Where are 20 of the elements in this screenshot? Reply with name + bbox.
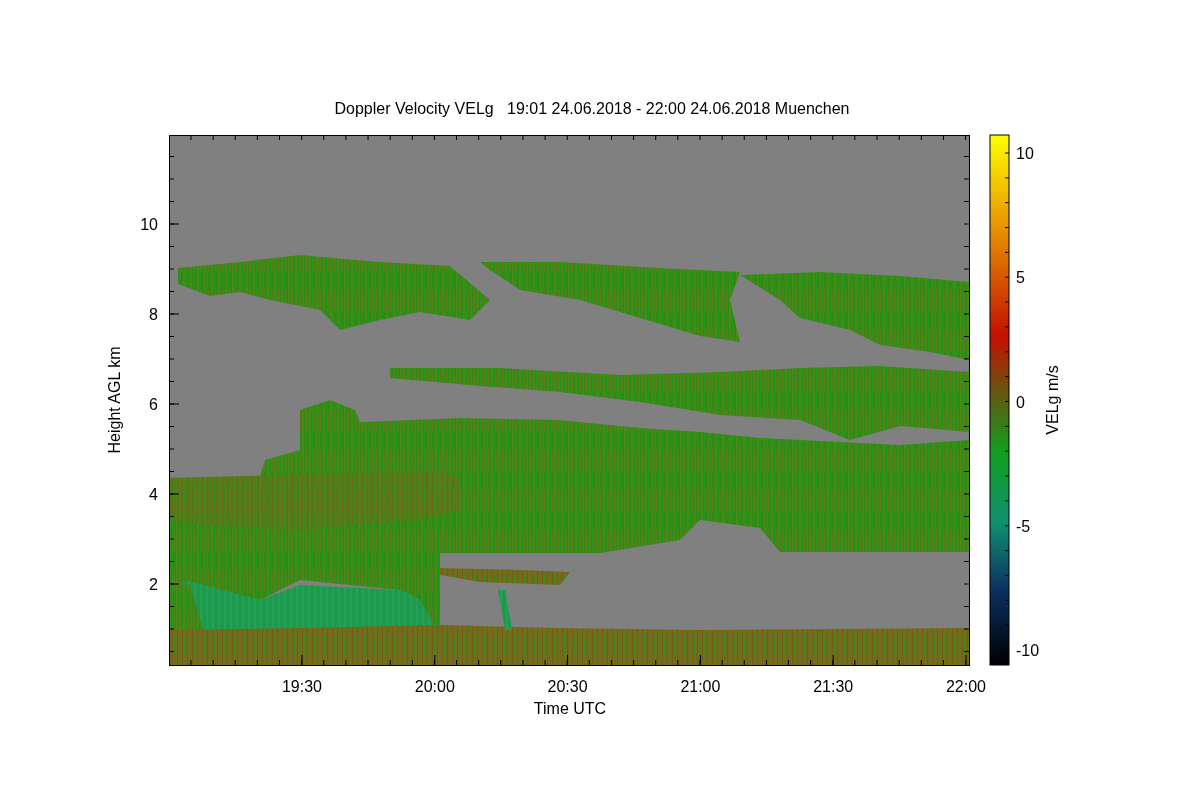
tick-label: 19:30 bbox=[282, 678, 322, 695]
tick-label: 21:00 bbox=[680, 678, 721, 695]
tick-label: 21:30 bbox=[813, 678, 854, 695]
tick-label: 22:00 bbox=[946, 678, 986, 695]
tick-label: 2 bbox=[149, 576, 158, 593]
tick-label: 20:00 bbox=[414, 678, 455, 695]
tick-label: -5 bbox=[1016, 517, 1031, 535]
tick-label: 20:30 bbox=[547, 678, 588, 695]
tick-label: 8 bbox=[149, 306, 158, 323]
tick-label: 10 bbox=[140, 216, 158, 233]
tick-label: -10 bbox=[1016, 642, 1040, 659]
axis-label: Time UTC bbox=[533, 700, 607, 717]
tick-label: 4 bbox=[149, 486, 158, 503]
axis-label: Height AGL km bbox=[106, 346, 123, 454]
plot-title: Doppler Velocity VELg 19:01 24.06.2018 - 22:00 24.06.2018 Muenchen bbox=[334, 100, 850, 117]
tick-label: 0 bbox=[1016, 393, 1025, 411]
tick-label: 6 bbox=[149, 396, 158, 413]
colorbar-label: VELg m/s bbox=[1044, 365, 1061, 435]
tick-label: 10 bbox=[1016, 145, 1034, 162]
tick-label: 5 bbox=[1016, 269, 1025, 287]
